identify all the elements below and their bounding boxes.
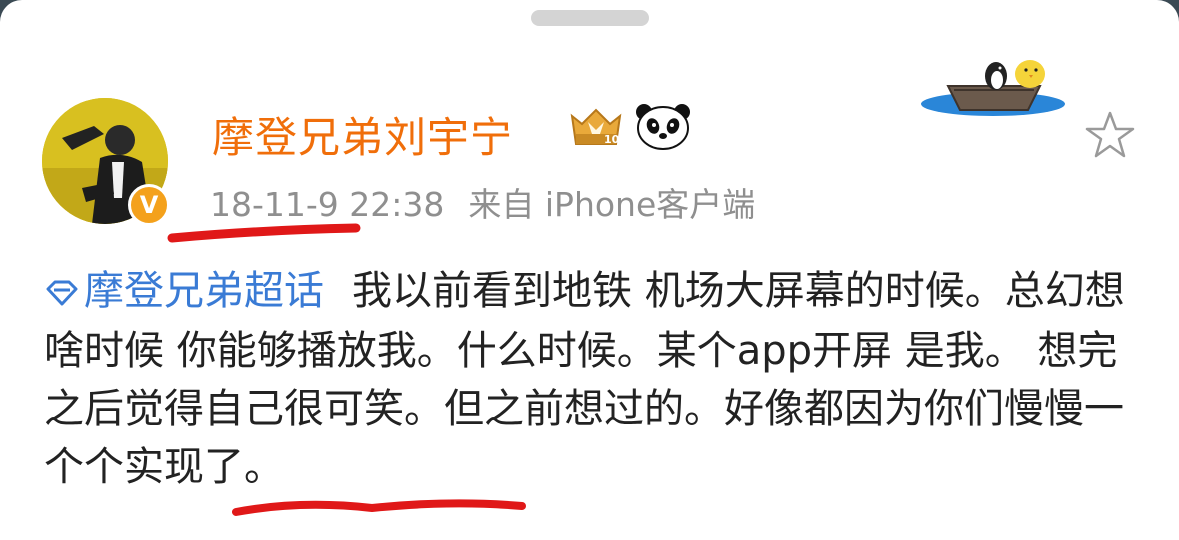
supertopic-diamond-icon	[44, 264, 80, 322]
star-favorite-icon[interactable]	[1084, 110, 1136, 164]
post-meta: 18-11-9 22:38 来自 iPhone客户端	[210, 178, 755, 226]
crown-level-icon[interactable]: 10	[566, 104, 626, 152]
post-timestamp: 18-11-9 22:38	[210, 185, 445, 224]
post-source: 来自 iPhone客户端	[468, 185, 756, 224]
post-content: 摩登兄弟超话 我以前看到地铁 机场大屏幕的时候。总幻想啥时候 你能够播放我。什么时…	[44, 262, 1144, 496]
penguin-boat-sticker[interactable]	[918, 44, 1068, 126]
svg-text:10: 10	[604, 133, 620, 146]
supertopic-tag[interactable]: 摩登兄弟超话	[44, 268, 324, 314]
weibo-post-card: V 摩登兄弟刘宇宁 10 18-11-9 22:38 来自 iPhone客户端	[0, 0, 1179, 540]
verified-badge: V	[128, 184, 170, 226]
date-underline	[167, 223, 361, 243]
panda-emoji-icon	[634, 102, 692, 154]
username[interactable]: 摩登兄弟刘宇宁	[212, 104, 513, 165]
supertopic-label: 摩登兄弟超话	[84, 268, 324, 314]
sheet-drag-handle[interactable]	[531, 10, 649, 26]
watermark-overlay	[432, 474, 610, 514]
